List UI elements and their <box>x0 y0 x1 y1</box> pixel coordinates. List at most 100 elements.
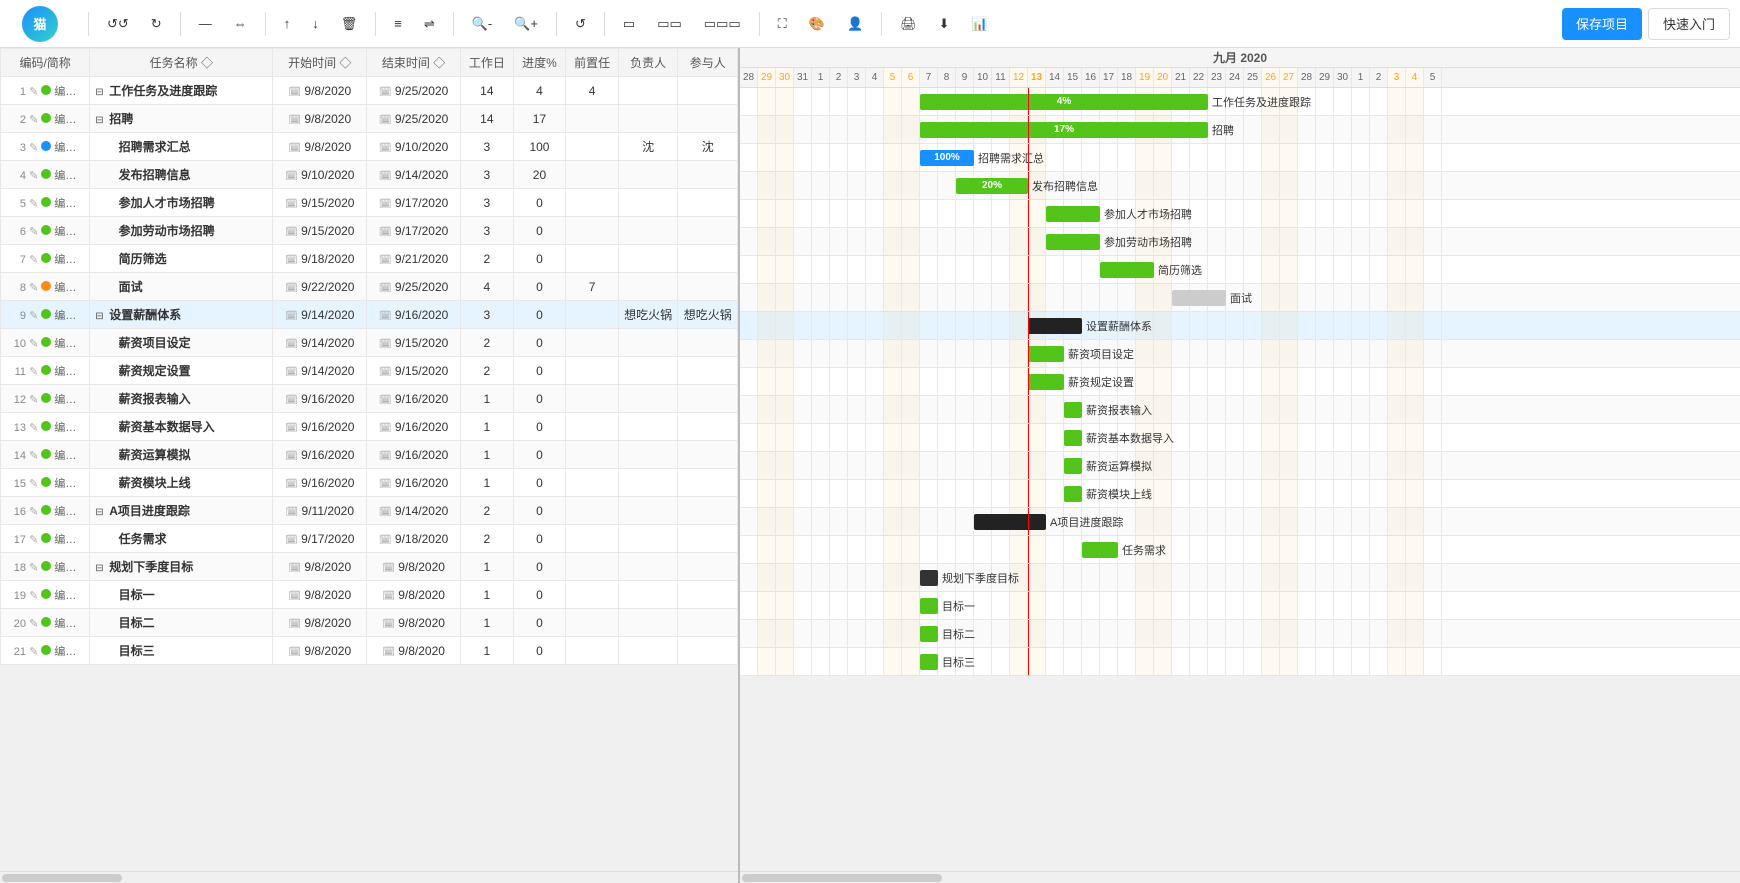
up-button[interactable]: ↑ <box>276 9 299 39</box>
edit-icon[interactable]: ✎ <box>29 450 38 462</box>
edit-icon[interactable]: ✎ <box>29 226 38 238</box>
down-button[interactable]: ↓ <box>304 9 327 39</box>
redo-button[interactable]: ↻ <box>143 9 170 39</box>
edit-icon[interactable]: ✎ <box>29 114 38 126</box>
edit-icon[interactable]: ✎ <box>29 478 38 490</box>
user-button[interactable]: 👤 <box>839 9 871 39</box>
gantt-cell <box>812 88 830 116</box>
task-name-cell[interactable]: 薪资规定设置 <box>90 357 273 385</box>
undo-button[interactable]: ↺↺ <box>99 9 137 39</box>
gantt-bar[interactable] <box>1028 318 1082 334</box>
edit-icon[interactable]: ✎ <box>29 646 38 658</box>
fullscreen-button[interactable]: ⛶ <box>770 9 795 39</box>
edit-icon[interactable]: ✎ <box>29 142 38 154</box>
expand-icon[interactable]: ⊟ <box>95 507 107 519</box>
gantt-bar[interactable] <box>1028 346 1064 362</box>
gantt-bar[interactable] <box>1082 542 1118 558</box>
zoom-out-button[interactable]: 🔍- <box>464 9 501 39</box>
task-name-cell[interactable]: 薪资运算模拟 <box>90 441 273 469</box>
refresh-button[interactable]: ↺ <box>567 9 594 39</box>
expand-icon[interactable]: ⊟ <box>95 115 107 127</box>
gantt-bar[interactable]: 4% <box>920 94 1208 110</box>
edit-icon[interactable]: ✎ <box>29 366 38 378</box>
gantt-bar[interactable] <box>920 598 938 614</box>
edit-icon[interactable]: ✎ <box>29 506 38 518</box>
color-button[interactable]: 🎨 <box>801 9 833 39</box>
delete-button[interactable]: 🗑 <box>333 9 366 39</box>
left-scrollbar-thumb[interactable] <box>2 874 122 882</box>
task-name-cell[interactable]: 薪资模块上线 <box>90 469 273 497</box>
gantt-bar[interactable] <box>1172 290 1226 306</box>
task-end-cell: 🗓 9/14/2020 <box>367 497 461 525</box>
gantt-scrollbar[interactable] <box>740 871 1740 883</box>
gantt-bar[interactable]: 100% <box>920 150 974 166</box>
task-name-cell[interactable]: 任务需求 <box>90 525 273 553</box>
gantt-bar[interactable] <box>920 654 938 670</box>
layout1-button[interactable]: ▭ <box>615 9 643 39</box>
edit-icon[interactable]: ✎ <box>29 590 38 602</box>
layout3-button[interactable]: ▭▭▭ <box>696 9 749 39</box>
gantt-cell <box>1118 284 1136 312</box>
edit-icon[interactable]: ✎ <box>29 86 38 98</box>
excel-button[interactable]: 📊 <box>964 9 996 39</box>
edit-icon[interactable]: ✎ <box>29 282 38 294</box>
edit-icon[interactable]: ✎ <box>29 198 38 210</box>
line-button[interactable]: — <box>191 9 220 39</box>
expand-icon[interactable]: ⊟ <box>95 311 107 323</box>
export-button[interactable]: ⬇ <box>931 9 958 39</box>
edit-icon[interactable]: ✎ <box>29 310 38 322</box>
task-name-cell[interactable]: ⊟招聘 <box>90 105 273 133</box>
zoom-in-button[interactable]: 🔍+ <box>506 9 546 39</box>
task-name-cell[interactable]: 目标二 <box>90 609 273 637</box>
align-left-button[interactable]: ≡ <box>386 9 410 39</box>
task-name-cell[interactable]: 薪资报表输入 <box>90 385 273 413</box>
edit-icon[interactable]: ✎ <box>29 394 38 406</box>
gantt-bar[interactable] <box>1100 262 1154 278</box>
expand-icon[interactable]: ⊟ <box>95 87 107 99</box>
task-name-cell[interactable]: 薪资项目设定 <box>90 329 273 357</box>
gantt-bar[interactable]: 20% <box>956 178 1028 194</box>
gantt-bar[interactable] <box>920 570 938 586</box>
task-name-cell[interactable]: ⊟设置薪酬体系 <box>90 301 273 329</box>
task-name-cell[interactable]: 目标一 <box>90 581 273 609</box>
task-name-cell[interactable]: 参加劳动市场招聘 <box>90 217 273 245</box>
gantt-bar[interactable] <box>974 514 1046 530</box>
task-name-cell[interactable]: 目标三 <box>90 637 273 665</box>
task-progress-cell: 0 <box>513 357 566 385</box>
edit-icon[interactable]: ✎ <box>29 562 38 574</box>
task-name-cell[interactable]: 发布招聘信息 <box>90 161 273 189</box>
task-name-cell[interactable]: 参加人才市场招聘 <box>90 189 273 217</box>
dash-button[interactable]: ⇔ <box>226 9 255 39</box>
edit-icon[interactable]: ✎ <box>29 254 38 266</box>
print-button[interactable]: 🖨 <box>892 9 925 39</box>
task-name-cell[interactable]: 简历筛选 <box>90 245 273 273</box>
gantt-scrollbar-thumb[interactable] <box>742 874 942 882</box>
edit-icon[interactable]: ✎ <box>29 422 38 434</box>
task-name-cell[interactable]: 招聘需求汇总 <box>90 133 273 161</box>
task-name-cell[interactable]: 薪资基本数据导入 <box>90 413 273 441</box>
gantt-bar[interactable] <box>1028 374 1064 390</box>
left-scrollbar[interactable] <box>0 871 738 883</box>
layout2-button[interactable]: ▭▭ <box>649 9 690 39</box>
expand-icon[interactable]: ⊟ <box>95 563 107 575</box>
gantt-bar[interactable] <box>1064 486 1082 502</box>
task-name-cell[interactable]: ⊟规划下季度目标 <box>90 553 273 581</box>
gantt-bar[interactable] <box>920 626 938 642</box>
gantt-bar[interactable] <box>1064 402 1082 418</box>
edit-icon[interactable]: ✎ <box>29 170 38 182</box>
gantt-bar[interactable] <box>1046 234 1100 250</box>
align-center-button[interactable]: ⇌ <box>416 9 443 39</box>
task-name-cell[interactable]: ⊟A项目进度跟踪 <box>90 497 273 525</box>
save-button[interactable]: 保存项目 <box>1562 8 1642 40</box>
gantt-bar[interactable]: 17% <box>920 122 1208 138</box>
quickstart-button[interactable]: 快速入门 <box>1648 8 1730 40</box>
task-name-cell[interactable]: 面试 <box>90 273 273 301</box>
edit-icon[interactable]: ✎ <box>29 618 38 630</box>
task-progress-cell: 0 <box>513 217 566 245</box>
task-name-cell[interactable]: ⊟工作任务及进度跟踪 <box>90 77 273 105</box>
gantt-bar[interactable] <box>1064 430 1082 446</box>
edit-icon[interactable]: ✎ <box>29 338 38 350</box>
gantt-bar[interactable] <box>1046 206 1100 222</box>
gantt-bar[interactable] <box>1064 458 1082 474</box>
edit-icon[interactable]: ✎ <box>29 534 38 546</box>
